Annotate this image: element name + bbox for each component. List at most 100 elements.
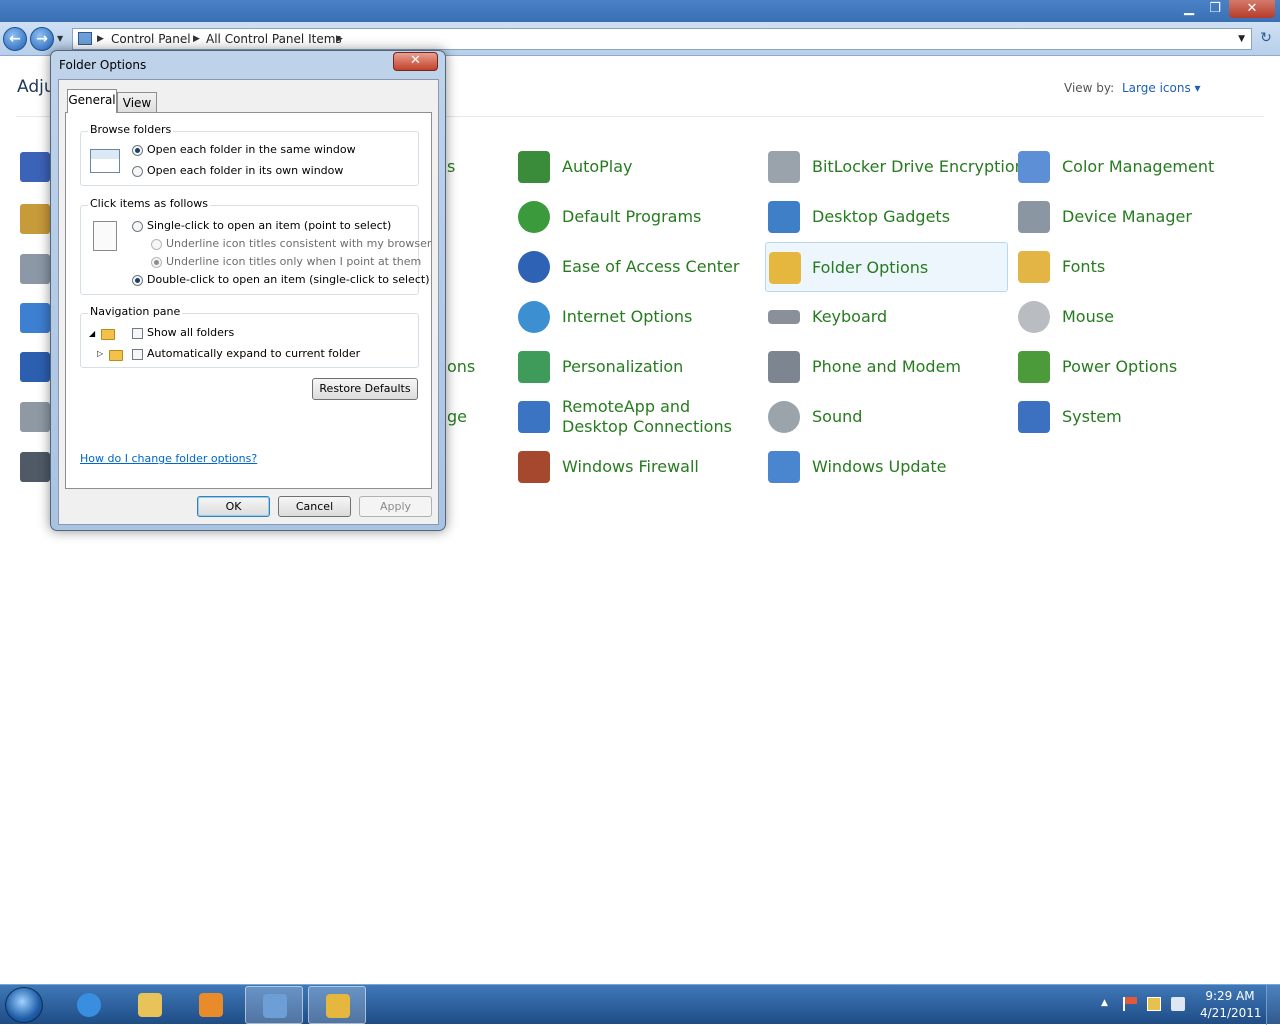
double-click-radio[interactable] — [132, 275, 143, 286]
underline-point-radio[interactable] — [151, 257, 162, 268]
forward-button[interactable]: → — [30, 27, 54, 51]
show-all-folders-checkbox[interactable] — [132, 328, 143, 339]
tab-general[interactable]: General — [67, 89, 117, 113]
show-desktop-button[interactable] — [1266, 985, 1280, 1025]
cp-item-desktop-gadgets[interactable]: Desktop Gadgets — [768, 193, 1008, 241]
clock-date[interactable]: 4/21/2011 — [1200, 1006, 1262, 1020]
breadcrumb-separator-icon[interactable]: ▶ — [193, 29, 200, 49]
cp-item-default-programs[interactable]: Default Programs — [518, 193, 758, 241]
help-link[interactable]: How do I change folder options? — [80, 452, 257, 465]
hidden-item-label[interactable]: ge — [447, 407, 467, 426]
cp-item-mouse[interactable]: Mouse — [1018, 293, 1258, 341]
single-click-label[interactable]: Single-click to open an item (point to s… — [147, 219, 391, 232]
back-button[interactable]: ← — [3, 27, 27, 51]
network-sharing-icon[interactable] — [20, 352, 50, 382]
cp-item-label: Phone and Modem — [812, 357, 962, 376]
underline-point-label[interactable]: Underline icon titles only when I point … — [166, 255, 421, 268]
cp-item-personalization[interactable]: Personalization — [518, 343, 758, 391]
taskbar-media-player[interactable] — [182, 986, 240, 1024]
color-management-icon — [1018, 151, 1050, 183]
cancel-button[interactable]: Cancel — [278, 496, 351, 517]
windows-firewall-icon — [518, 451, 550, 483]
start-button[interactable] — [5, 987, 43, 1023]
cp-item-device-manager[interactable]: Device Manager — [1018, 193, 1258, 241]
browse-folders-group: Browse folders Open each folder in the s… — [80, 123, 419, 186]
close-icon: ✕ — [1246, 1, 1258, 16]
ok-button[interactable]: OK — [197, 496, 270, 517]
cp-item-phone-modem[interactable]: Phone and Modem — [768, 343, 1008, 391]
recovery-icon[interactable] — [20, 452, 50, 482]
cp-item-system[interactable]: System — [1018, 393, 1258, 441]
minimize-icon: ▁ — [1184, 1, 1194, 16]
apply-button[interactable]: Apply — [359, 496, 432, 517]
close-button[interactable]: ✕ — [1229, 0, 1275, 18]
cp-item-fonts[interactable]: Fonts — [1018, 243, 1258, 291]
show-hidden-icons-button[interactable]: ▲ — [1101, 998, 1108, 1008]
sound-icon — [768, 401, 800, 433]
cp-item-power-options[interactable]: Power Options — [1018, 343, 1258, 391]
own-window-radio[interactable] — [132, 166, 143, 177]
show-all-folders-label[interactable]: Show all folders — [147, 326, 234, 339]
windows-update-icon — [768, 451, 800, 483]
hidden-item-label[interactable]: ons — [447, 357, 475, 376]
double-click-label[interactable]: Double-click to open an item (single-cli… — [147, 273, 429, 286]
taskbar-windows-explorer[interactable] — [121, 986, 179, 1024]
single-click-radio[interactable] — [132, 221, 143, 232]
tab-view[interactable]: View — [117, 92, 157, 114]
control-panel-icon — [263, 994, 287, 1018]
cp-item-folder-options[interactable]: Folder Options — [765, 242, 1008, 292]
phone-modem-icon — [768, 351, 800, 383]
breadcrumb-all-items[interactable]: All Control Panel Items — [206, 29, 342, 49]
breadcrumb-control-panel[interactable]: Control Panel — [111, 29, 191, 49]
homegroup-icon[interactable] — [20, 303, 50, 333]
mouse-icon — [1018, 301, 1050, 333]
recent-pages-icon[interactable]: ▼ — [57, 34, 63, 43]
cp-item-label: Ease of Access Center — [562, 257, 740, 276]
credential-manager-icon[interactable] — [20, 204, 50, 234]
cp-item-color-management[interactable]: Color Management — [1018, 143, 1258, 191]
same-window-radio[interactable] — [132, 145, 143, 156]
minimize-button[interactable]: ▁ — [1177, 0, 1201, 18]
folder-options-icon — [326, 994, 350, 1018]
close-icon: ✕ — [410, 53, 421, 68]
address-bar[interactable]: ▶ Control Panel ▶ All Control Panel Item… — [72, 28, 1252, 50]
action-center-icon[interactable] — [20, 152, 50, 182]
network-icon[interactable] — [1147, 997, 1161, 1011]
cp-item-windows-firewall[interactable]: Windows Firewall — [518, 443, 758, 491]
cp-item-label: Internet Options — [562, 307, 693, 326]
folder-icon — [101, 329, 115, 340]
taskbar-control-panel[interactable] — [245, 986, 303, 1024]
taskbar-folder-options[interactable] — [308, 986, 366, 1024]
programs-features-icon[interactable] — [20, 402, 50, 432]
back-arrow-icon: ← — [9, 31, 21, 47]
cp-item-bitlocker[interactable]: BitLocker Drive Encryption — [768, 143, 1025, 191]
devices-printers-icon[interactable] — [20, 254, 50, 284]
volume-icon[interactable] — [1171, 997, 1185, 1011]
restore-defaults-button[interactable]: Restore Defaults — [312, 378, 418, 400]
underline-browser-label[interactable]: Underline icon titles consistent with my… — [166, 237, 431, 250]
clock-time[interactable]: 9:29 AM — [1200, 989, 1260, 1003]
action-center-flag-icon[interactable] — [1123, 997, 1137, 1011]
cp-item-keyboard[interactable]: Keyboard — [768, 293, 1008, 341]
cp-item-ease-of-access[interactable]: Ease of Access Center — [518, 243, 758, 291]
address-dropdown-icon[interactable]: ▼ — [1238, 29, 1245, 49]
underline-browser-radio[interactable] — [151, 239, 162, 250]
cp-item-internet-options[interactable]: Internet Options — [518, 293, 758, 341]
cp-item-sound[interactable]: Sound — [768, 393, 1008, 441]
auto-expand-label[interactable]: Automatically expand to current folder — [147, 347, 360, 360]
cp-item-remoteapp[interactable]: RemoteApp and Desktop Connections — [518, 393, 758, 441]
own-window-label[interactable]: Open each folder in its own window — [147, 164, 343, 177]
breadcrumb-separator-icon[interactable]: ▶ — [336, 29, 343, 49]
cp-item-windows-update[interactable]: Windows Update — [768, 443, 1008, 491]
auto-expand-checkbox[interactable] — [132, 349, 143, 360]
taskbar-internet-explorer[interactable] — [60, 986, 118, 1024]
same-window-label[interactable]: Open each folder in the same window — [147, 143, 356, 156]
refresh-icon[interactable]: ↻ — [1256, 30, 1276, 50]
hidden-item-label[interactable]: s — [447, 157, 455, 176]
maximize-button[interactable]: ❐ — [1203, 0, 1227, 18]
dialog-close-button[interactable]: ✕ — [393, 52, 438, 71]
view-by-dropdown[interactable]: Large icons ▾ — [1122, 81, 1201, 95]
cp-item-label: Mouse — [1062, 307, 1114, 326]
cp-item-autoplay[interactable]: AutoPlay — [518, 143, 758, 191]
breadcrumb-separator-icon[interactable]: ▶ — [97, 29, 104, 49]
